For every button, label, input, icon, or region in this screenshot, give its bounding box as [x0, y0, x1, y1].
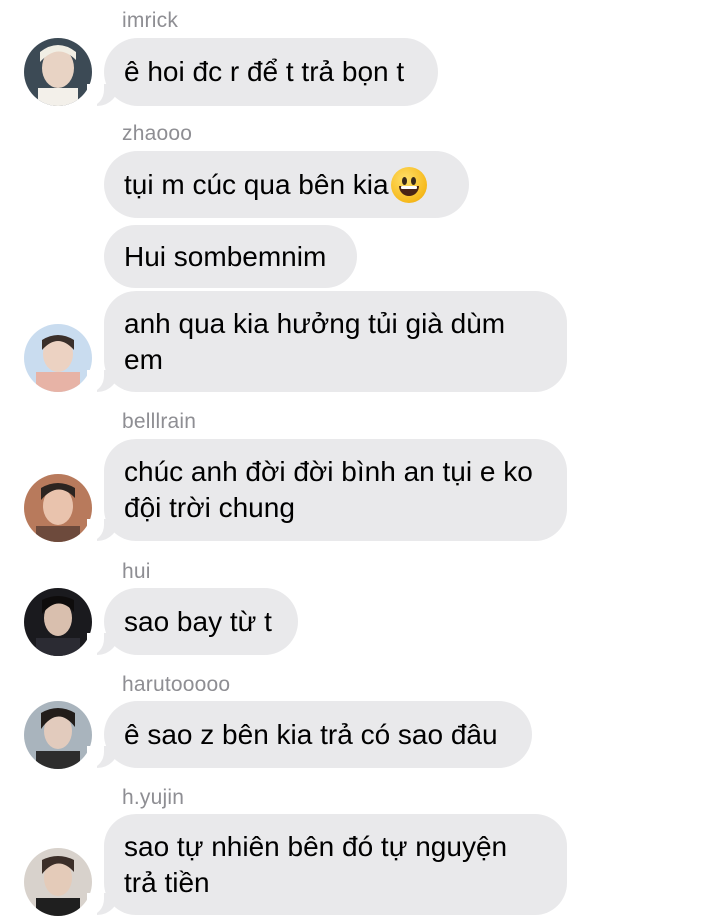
bubble-tail: [87, 633, 119, 655]
sender-name: h.yujin: [122, 786, 185, 809]
bubble-tail: [87, 893, 119, 915]
message-text: sao tự nhiên bên đó tự nguyện trả tiền: [124, 830, 508, 898]
bubble-tail: [87, 746, 119, 768]
bubble-tail: [87, 519, 119, 541]
avatar[interactable]: [24, 474, 92, 542]
message-bubble[interactable]: anh qua kia hưởng tủi già dùm em: [87, 291, 567, 392]
message-bubble[interactable]: Hui sombemnim: [104, 225, 357, 288]
message-bubble[interactable]: ê sao z bên kia trả có sao đâu: [87, 701, 532, 768]
bubble-tail: [87, 84, 119, 106]
sender-name: imrick: [122, 9, 179, 32]
grinning-face-icon: [390, 166, 427, 203]
message-bubble[interactable]: sao tự nhiên bên đó tự nguyện trả tiền: [87, 814, 567, 915]
avatar[interactable]: [24, 848, 92, 916]
bubble-tail: [87, 370, 119, 392]
sender-name: harutooooo: [122, 673, 231, 696]
message-text: sao bay từ t: [124, 605, 272, 637]
message-bubble[interactable]: chúc anh đời đời bình an tụi e ko đội tr…: [87, 439, 567, 541]
sender-name: zhaooo: [122, 122, 193, 145]
avatar[interactable]: [24, 38, 92, 106]
message-text: ê sao z bên kia trả có sao đâu: [124, 718, 498, 750]
message-text: Hui sombemnim: [124, 240, 327, 272]
avatar[interactable]: [24, 701, 92, 769]
sender-name: belllrain: [122, 410, 197, 433]
avatar[interactable]: [24, 324, 92, 392]
message-bubble[interactable]: ê hoi đc r để t trả bọn t: [87, 38, 438, 106]
message-text: ê hoi đc r để t trả bọn t: [124, 56, 405, 87]
message-bubble[interactable]: sao bay từ t: [87, 588, 298, 655]
message-text: chúc anh đời đời bình an tụi e ko đội tr…: [124, 456, 533, 523]
message-bubble[interactable]: tụi m cúc qua bên kia: [104, 151, 469, 218]
message-text: anh qua kia hưởng tủi già dùm em: [124, 307, 506, 375]
avatar[interactable]: [24, 588, 92, 656]
sender-name: hui: [122, 560, 151, 583]
message-text: tụi m cúc qua bên kia: [124, 168, 389, 200]
